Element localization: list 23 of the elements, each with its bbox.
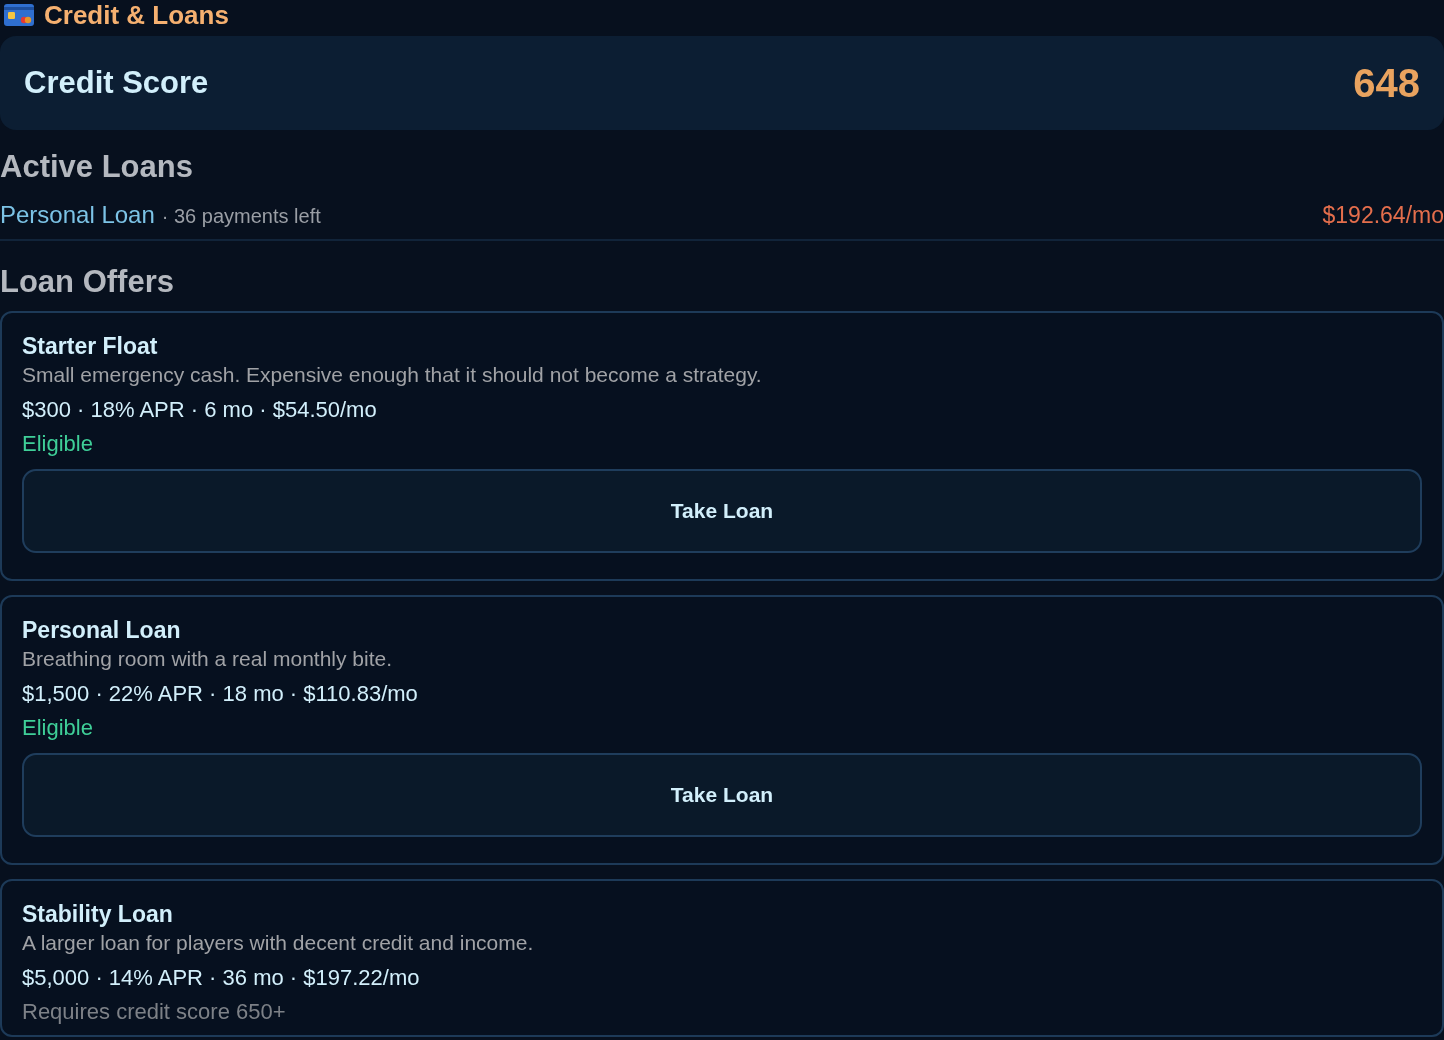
offer-terms: $300 · 18% APR · 6 mo · $54.50/mo <box>22 396 378 424</box>
credit-card-icon <box>4 4 34 26</box>
section-heading: Active Loans <box>0 148 194 186</box>
credit-score-label: Credit Score <box>24 63 209 102</box>
offer-terms: $5,000 · 14% APR · 36 mo · $197.22/mo <box>22 964 421 992</box>
payments-left: · 36 payments left <box>161 204 321 229</box>
offer-description: Breathing room with a real monthly bite. <box>22 646 393 672</box>
offer-title: Starter Float <box>22 332 159 361</box>
section-heading: Loan Offers <box>0 263 175 301</box>
offer-description: Small emergency cash. Expensive enough that it should not become a strategy. <box>22 362 763 388</box>
eligibility-status: Requires credit score 650+ <box>22 998 287 1026</box>
take-loan-button[interactable]: Take Loan <box>22 753 1422 837</box>
offer-title: Stability Loan <box>22 900 174 929</box>
monthly-payment: $192.64/mo <box>1322 201 1444 230</box>
offer-terms: $1,500 · 22% APR · 18 mo · $110.83/mo <box>22 680 419 708</box>
loan-name: Personal Loan <box>0 200 155 230</box>
credit-score-value: 648 <box>1353 60 1420 107</box>
take-loan-button[interactable]: Take Loan <box>22 469 1422 553</box>
offer-description: A larger loan for players with decent credit and income. <box>22 930 535 956</box>
eligibility-status: Eligible <box>22 714 94 742</box>
eligibility-status: Eligible <box>22 430 94 458</box>
page-title: Credit & Loans <box>44 0 229 30</box>
offer-title: Personal Loan <box>22 616 182 645</box>
